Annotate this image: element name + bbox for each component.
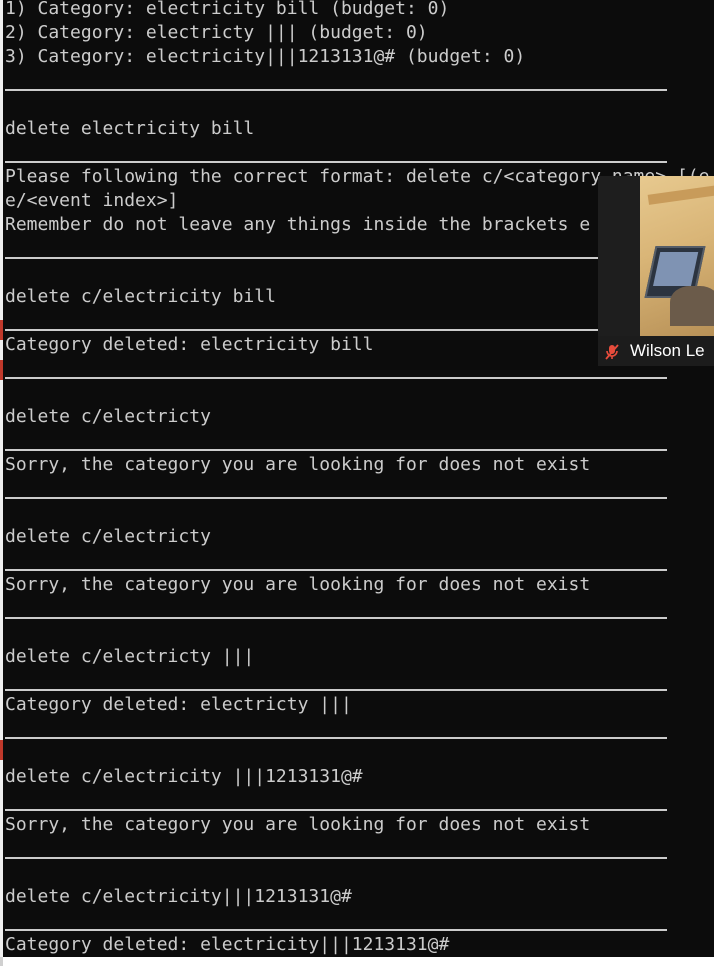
- separator-line: [5, 929, 667, 931]
- response-text: Sorry, the category you are looking for …: [5, 454, 591, 475]
- response-text: Category deleted: electricity bill: [5, 334, 374, 355]
- participant-video: [640, 176, 714, 336]
- category-list-item: 1) Category: electricity bill (budget: 0…: [5, 0, 450, 19]
- separator-line: [5, 449, 667, 451]
- window-bottom-border: [0, 957, 714, 966]
- separator-line: [5, 257, 667, 259]
- separator-line: [5, 161, 667, 163]
- user-command: delete c/electricty: [5, 526, 211, 547]
- response-text: e/<event index>]: [5, 190, 179, 211]
- separator-line: [5, 689, 667, 691]
- separator-line: [5, 569, 667, 571]
- app-window: 1) Category: electricity bill (budget: 0…: [0, 0, 714, 966]
- border-tick: [0, 957, 3, 966]
- separator-line: [5, 497, 667, 499]
- response-text: Category deleted: electricity|||1213131@…: [5, 934, 450, 955]
- participant-name: Wilson Le: [630, 341, 705, 360]
- video-call-tile[interactable]: Wilson Le: [598, 176, 714, 366]
- participant-name-bar: Wilson Le: [598, 336, 714, 366]
- separator-line: [5, 89, 667, 91]
- category-list-item: 2) Category: electricty ||| (budget: 0): [5, 22, 428, 43]
- user-command: delete c/electricity |||1213131@#: [5, 766, 363, 787]
- video-laptop-screen: [653, 252, 699, 286]
- response-text: Sorry, the category you are looking for …: [5, 574, 591, 595]
- separator-line: [5, 617, 667, 619]
- mic-muted-icon: [605, 344, 619, 360]
- response-text: Sorry, the category you are looking for …: [5, 814, 591, 835]
- separator-line: [5, 377, 667, 379]
- terminal-output[interactable]: 1) Category: electricity bill (budget: 0…: [3, 0, 714, 957]
- separator-line: [5, 809, 667, 811]
- video-person: [670, 286, 714, 326]
- user-command: delete c/electricty |||: [5, 646, 255, 667]
- user-command: delete c/electricity bill: [5, 286, 276, 307]
- video-background-shelf: [647, 185, 714, 205]
- user-command: delete c/electricty: [5, 406, 211, 427]
- separator-line: [5, 857, 667, 859]
- user-command: delete electricity bill: [5, 118, 255, 139]
- user-command: delete c/electricity|||1213131@#: [5, 886, 352, 907]
- response-text: Remember do not leave any things inside …: [5, 214, 591, 235]
- category-list-item: 3) Category: electricity|||1213131@# (bu…: [5, 46, 526, 67]
- separator-line: [5, 329, 667, 331]
- response-text: Category deleted: electricty |||: [5, 694, 352, 715]
- separator-line: [5, 737, 667, 739]
